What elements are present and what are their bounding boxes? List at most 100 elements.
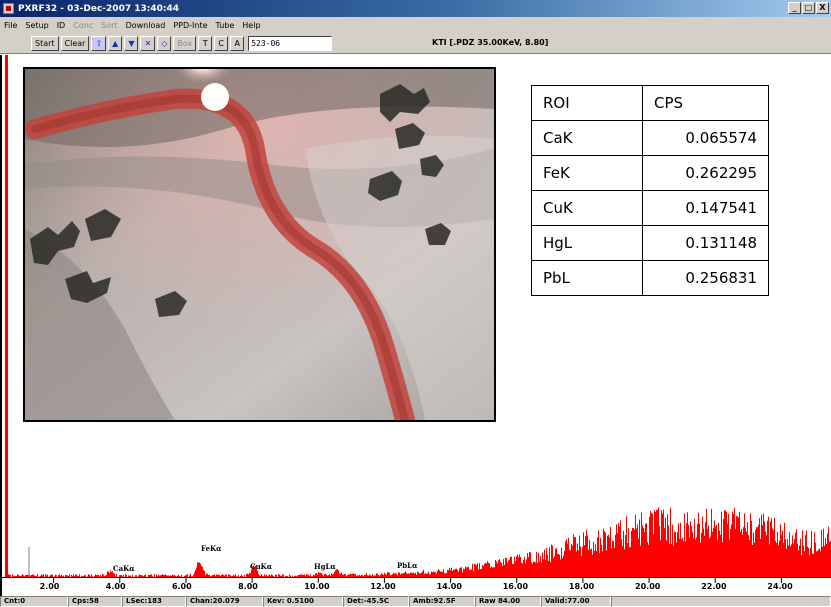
spectrum-bar (15, 575, 16, 577)
spectrum-bar (657, 509, 658, 577)
spectrum-bar (67, 575, 68, 577)
sample-id-input[interactable] (248, 35, 333, 51)
menu-file[interactable]: File (0, 21, 21, 30)
triangle-down-icon[interactable]: ▼ (124, 35, 139, 51)
spectrum-bar (755, 530, 756, 577)
roi-cps: 0.147541 (642, 190, 769, 226)
spectrum-bar (488, 562, 489, 577)
c-button[interactable]: C (214, 35, 229, 51)
spectrum-bar (522, 563, 523, 577)
spectrum-bar (759, 518, 760, 577)
a-button[interactable]: A (230, 35, 245, 51)
spectrum-bar (486, 563, 487, 577)
menu-conc[interactable]: Conc (69, 21, 97, 30)
spectrum-bar (728, 514, 729, 577)
spectrum-bar (108, 571, 109, 577)
t-button[interactable]: T (198, 35, 213, 51)
spectrum-bar (218, 574, 219, 577)
menu-id[interactable]: ID (53, 21, 70, 30)
minimize-button[interactable]: _ (788, 2, 801, 14)
spectrum-bar (673, 545, 674, 577)
maximize-button[interactable]: □ (802, 2, 815, 14)
spectrum-bar (730, 528, 731, 577)
spectrum-bar (225, 574, 226, 577)
spectrum-bar (437, 570, 438, 577)
spectrum-bar (71, 574, 72, 577)
spectrum-bar (145, 574, 146, 577)
spectrum-bar (626, 516, 627, 577)
close-button[interactable]: X (816, 2, 829, 14)
x-marker-icon[interactable]: ✕ (140, 35, 156, 51)
spectrum-bar (623, 531, 624, 577)
spectrum-bar (20, 575, 21, 577)
spectrum-bar (24, 576, 25, 577)
spectrum-bar (782, 530, 783, 577)
spectrum-bar (589, 539, 590, 577)
spectrum-bar (106, 574, 107, 577)
spectrum-bar (179, 576, 180, 577)
triangle-up-icon[interactable]: ▲ (108, 35, 123, 51)
clear-button[interactable]: Clear (60, 35, 90, 51)
start-button[interactable]: Start (31, 35, 59, 51)
spectrum-bar (416, 574, 417, 577)
spectrum-bar (290, 575, 291, 577)
menu-help[interactable]: Help (238, 21, 264, 30)
spectrum-bar (414, 573, 415, 577)
spectrum-bar (619, 526, 620, 577)
table-row: CaK 0.065574 (531, 120, 769, 156)
spectrum-bar (213, 575, 214, 577)
spectrum-bar (237, 576, 238, 577)
spectrum-bar (711, 508, 712, 577)
spectrum-bar (509, 559, 510, 577)
spectrum-bar (510, 556, 511, 577)
spectrum-bar (506, 558, 507, 577)
window-title: PXRF32 - 03-Dec-2007 13:40:44 (18, 3, 179, 14)
diamond-marker-icon[interactable]: ◇ (157, 35, 172, 51)
spectrum-bar (540, 556, 541, 577)
spectrum-bar (401, 573, 402, 577)
spectrum-bar (402, 573, 403, 577)
menu-download[interactable]: Download (122, 21, 170, 30)
spectrum-bar (801, 555, 802, 577)
spectrum-bar (797, 543, 798, 577)
spectrum-bar (195, 569, 196, 577)
spectrum-bar (319, 572, 320, 577)
spectrum-bar (201, 566, 202, 577)
spectrum-bar (495, 560, 496, 577)
menu-sort[interactable]: Sort (97, 21, 121, 30)
spectrum-bar (471, 569, 472, 577)
spectrum-bar (618, 523, 619, 577)
spectrum-bar (705, 522, 706, 577)
menu-setup[interactable]: Setup (21, 21, 52, 30)
box-button[interactable]: Box (173, 35, 197, 51)
spectrum-bar (507, 562, 508, 577)
spectrum-bar (525, 563, 526, 577)
spectrum-bar (817, 550, 818, 577)
spectrum-bar (492, 567, 493, 577)
spectrum-bar (209, 574, 210, 577)
spectrum-bar (92, 576, 93, 577)
peak-label-fek: FeKα (201, 544, 222, 553)
spectrum-bar (808, 547, 809, 577)
spectrum-bar (49, 576, 50, 577)
spectrum-bar (385, 573, 386, 577)
spectrum-bar (50, 574, 51, 577)
menu-tube[interactable]: Tube (212, 21, 239, 30)
spectrum-bar (470, 569, 471, 577)
spectrum-bar (310, 573, 311, 577)
menu-ppd-inte[interactable]: PPD-Inte (169, 21, 211, 30)
spectrum-bar (795, 532, 796, 577)
spectrum-bar (448, 570, 449, 577)
spectrum-bar (663, 509, 664, 577)
spectrum-bar (614, 547, 615, 577)
peak-label-cak: CaKα (113, 564, 135, 573)
spectrum-bar (135, 575, 136, 577)
up-arrow-icon[interactable]: ⇧ (91, 35, 107, 51)
status-chan: Chan:20.079 (186, 596, 263, 607)
spectrum-bar (592, 554, 593, 577)
spectrum-bar (232, 576, 233, 577)
spectrum-bar (110, 570, 111, 577)
spectrum-bar (770, 521, 771, 577)
spectrum-bar (563, 555, 564, 577)
spectrum-bar (685, 541, 686, 577)
